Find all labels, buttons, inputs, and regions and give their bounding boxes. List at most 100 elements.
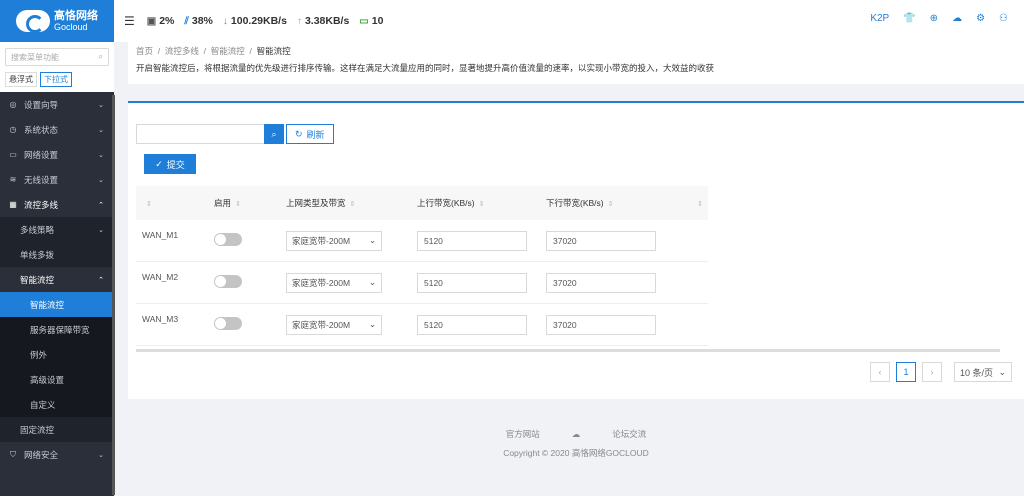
enable-toggle[interactable] — [214, 317, 242, 330]
menu-toggle-icon[interactable]: ☰ — [124, 14, 135, 28]
chevron-down-icon: ⌄ — [368, 319, 376, 329]
wan-name: WAN_M1 — [142, 229, 179, 240]
enable-toggle[interactable] — [214, 233, 242, 246]
sidebar-sub2-server-bandwidth[interactable]: 服务器保障带宽 — [0, 317, 114, 342]
type-select[interactable]: 家庭宽带-200M ⌄ — [286, 314, 382, 335]
sidebar-item-label: 设置向导 — [24, 99, 59, 110]
sidebar-item-label: 单线多拨 — [20, 249, 55, 260]
down-bandwidth-input[interactable]: 37020 — [546, 230, 656, 251]
check-icon: ✓ — [155, 158, 163, 169]
chevron-down-icon: ⌄ — [98, 126, 104, 134]
down-bandwidth-input[interactable]: 37020 — [546, 314, 656, 335]
sort-icon[interactable]: ⇕ — [697, 201, 703, 208]
sidebar-item-label: 高级设置 — [30, 374, 65, 385]
flow-table: ⇕ 启用 ⇕ 上网类型及带宽 ⇕ 上行带宽(KB/s) ⇕ 下行带宽(KB/s) ⇕ ⇕… — [136, 186, 708, 346]
table-header: ⇕ 启用 ⇕ 上网类型及带宽 ⇕ 上行带宽(KB/s) ⇕ 下行带宽(KB/s) ⇕ ⇕ — [136, 186, 708, 220]
page-size-select[interactable]: 10 条/页 ⌄ — [954, 362, 1012, 382]
sidebar-item-label: 服务器保障带宽 — [30, 324, 90, 335]
sidebar-item-flow[interactable]: ▦ 流控多线 ⌃ — [0, 192, 114, 217]
cloud-logo-icon — [16, 10, 50, 33]
sort-icon[interactable]: ⇕ — [146, 201, 152, 208]
sidebar-sub-smart-flow[interactable]: 智能流控 ⌃ — [0, 267, 114, 292]
breadcrumb-level2[interactable]: 智能流控 — [211, 46, 245, 56]
globe-icon[interactable]: ⊕ — [930, 13, 938, 24]
sort-icon[interactable]: ⇕ — [479, 201, 485, 208]
pagination: ‹ 1 › 10 条/页 ⌄ — [870, 362, 1012, 382]
sidebar-item-network[interactable]: ▭ 网络设置 ⌄ — [0, 142, 114, 167]
arrow-up-icon: ↑ — [296, 15, 302, 27]
top-header: ☰ ▣ 2% ⫽ 38% ↓ 100.29KB/s ↑ 3.38KB/s ▭ 10 K2P… — [114, 0, 1024, 42]
type-select[interactable]: 家庭宽带-200M ⌄ — [286, 272, 382, 293]
cpu-stat: ▣ 2% — [146, 15, 175, 27]
cpu-icon: ▣ — [146, 15, 157, 27]
shirt-icon[interactable]: 👕 — [903, 13, 915, 24]
monitor-icon: ▭ — [9, 150, 17, 159]
sidebar-item-wizard[interactable]: ◎ 设置向导 ⌄ — [0, 92, 114, 117]
page-description: 开启智能流控后，将根据流量的优先级进行排序传输。这样在满足大流量应用的同时，显著… — [136, 63, 715, 73]
sidebar-sub2-smart-flow[interactable]: 智能流控 — [0, 292, 114, 317]
upload-stat: ↑ 3.38KB/s — [296, 15, 350, 27]
cloud-upload-icon[interactable]: ☁ — [952, 13, 962, 24]
sidebar-sub2-custom[interactable]: 自定义 — [0, 392, 114, 417]
sidebar-item-label: 固定流控 — [20, 424, 55, 435]
down-bandwidth-input[interactable]: 37020 — [546, 272, 656, 293]
chevron-down-icon: ⌄ — [98, 451, 104, 459]
official-site-link[interactable]: 官方网站 — [506, 428, 540, 440]
search-button[interactable]: ⌕ — [264, 124, 284, 144]
sidebar-sub-multiline[interactable]: 多线策略 ⌄ — [0, 217, 114, 242]
sidebar-sub2-advanced[interactable]: 高级设置 — [0, 367, 114, 392]
wifi-icon: ≋ — [9, 175, 17, 184]
chevron-up-icon: ⌃ — [98, 201, 104, 209]
up-bandwidth-input[interactable]: 5120 — [417, 314, 527, 335]
forum-link[interactable]: 论坛交流 — [612, 428, 646, 440]
enable-toggle[interactable] — [214, 275, 242, 288]
table-scrollbar[interactable] — [136, 349, 1000, 352]
sidebar-item-label: 网络设置 — [24, 149, 59, 160]
sidebar-sub-fixed-flow[interactable]: 固定流控 — [0, 417, 114, 442]
sidebar-scrollbar[interactable] — [112, 95, 115, 495]
breadcrumb-level3: 智能流控 — [256, 46, 291, 56]
table-row: WAN_M2 家庭宽带-200M ⌄ 5120 37020 — [136, 262, 708, 304]
monitor-icon: ▭ — [359, 15, 369, 27]
sort-icon[interactable]: ⇕ — [350, 201, 356, 208]
breadcrumb-home[interactable]: 首页 — [136, 46, 153, 56]
up-bandwidth-input[interactable]: 5120 — [417, 230, 527, 251]
flow-icon: ▦ — [9, 200, 17, 209]
sort-icon[interactable]: ⇕ — [608, 201, 614, 208]
sort-icon[interactable]: ⇕ — [235, 201, 241, 208]
sidebar-sub2-exception[interactable]: 例外 — [0, 342, 114, 367]
sidebar-item-label: 多线策略 — [20, 224, 55, 235]
sidebar-item-wireless[interactable]: ≋ 无线设置 ⌄ — [0, 167, 114, 192]
refresh-button[interactable]: ↻ 刷新 — [286, 124, 334, 144]
type-select[interactable]: 家庭宽带-200M ⌄ — [286, 230, 382, 251]
user-icon[interactable]: ⚇ — [999, 13, 1008, 24]
sidebar-item-label: 系统状态 — [24, 124, 59, 135]
filter-input[interactable] — [136, 124, 264, 144]
mode-float-button[interactable]: 悬浮式 — [5, 72, 37, 87]
sidebar-item-status[interactable]: ◷ 系统状态 ⌄ — [0, 117, 114, 142]
up-bandwidth-input[interactable]: 5120 — [417, 272, 527, 293]
memory-icon: ⫽ — [184, 15, 189, 27]
sidebar-item-label: 网络安全 — [24, 449, 59, 460]
sidebar-item-security[interactable]: ⛉ 网络安全 ⌄ — [0, 442, 114, 467]
table-row: WAN_M3 家庭宽带-200M ⌄ 5120 37020 — [136, 304, 708, 346]
mode-dropdown-button[interactable]: 下拉式 — [40, 72, 72, 87]
page-button[interactable]: 1 — [896, 362, 916, 382]
wan-name: WAN_M3 — [142, 313, 179, 324]
compass-icon: ◎ — [9, 100, 17, 109]
chevron-down-icon: ⌄ — [98, 176, 104, 184]
copyright: Copyright © 2020 高恪网络GOCLOUD — [503, 448, 649, 458]
table-row: WAN_M1 家庭宽带-200M ⌄ 5120 37020 — [136, 220, 708, 262]
breadcrumb-level1[interactable]: 流控多线 — [165, 46, 199, 56]
sidebar: 高恪网络 Gocloud 搜索菜单功能 ⌕ 悬浮式 下拉式 ◎ 设置向导 ⌄ ◷ 系统… — [0, 0, 115, 496]
prev-page-button[interactable]: ‹ — [870, 362, 890, 382]
dashboard-icon: ◷ — [9, 125, 17, 134]
next-page-button[interactable]: › — [922, 362, 942, 382]
submit-button[interactable]: ✓ 提交 — [144, 154, 196, 174]
refresh-icon: ↻ — [295, 128, 303, 139]
arrow-down-icon: ↓ — [222, 15, 228, 27]
gear-icon[interactable]: ⚙ — [976, 13, 985, 24]
menu-search-input[interactable]: 搜索菜单功能 ⌕ — [5, 48, 109, 66]
chevron-down-icon: ⌄ — [98, 226, 104, 234]
sidebar-sub-single-multidial[interactable]: 单线多拨 — [0, 242, 114, 267]
